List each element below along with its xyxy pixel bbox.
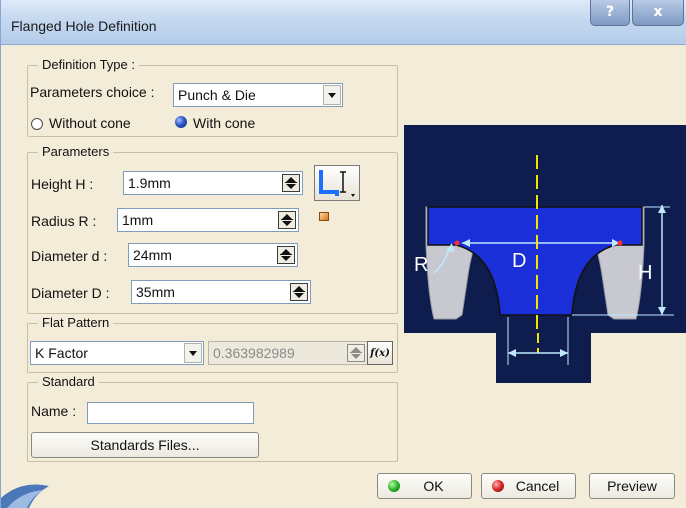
flange-cross-section: D H R [414,155,674,365]
flat-pattern-method-value: K Factor [35,345,88,361]
formula-icon: f(x) [370,348,390,359]
corner-swoosh-decoration [1,484,49,508]
flat-pattern-legend: Flat Pattern [38,315,114,330]
diameter-d-spinner[interactable] [277,246,295,264]
height-spinner[interactable] [282,174,300,192]
preview-button[interactable]: Preview [589,473,675,499]
parameters-choice-label: Parameters choice : [30,84,155,100]
k-factor-value: 0.363982989 [213,345,295,361]
standards-files-label: Standards Files... [90,437,200,453]
diagram-label-D: D [512,250,526,272]
radius-spinner[interactable] [278,211,296,229]
flanged-hole-dialog: Flanged Hole Definition ? x Definition T… [0,0,686,508]
parameters-choice-dropdown[interactable]: Punch & Die [173,83,343,107]
without-cone-radio[interactable] [31,118,43,130]
flange-preview-diagram: D H R [404,125,686,365]
cancel-button[interactable]: Cancel [481,473,576,499]
flange-profile-icon[interactable] [314,165,360,201]
dialog-title: Flanged Hole Definition [11,18,157,34]
name-input[interactable] [87,402,254,424]
title-bar[interactable]: Flanged Hole Definition ? x [1,0,686,45]
standard-legend: Standard [38,374,99,389]
with-cone-label[interactable]: With cone [193,115,255,131]
k-factor-spinner [347,344,365,362]
diameter-D-label: Diameter D : [31,285,110,301]
diameter-D-spinner[interactable] [290,283,308,301]
chevron-down-icon[interactable] [323,85,341,105]
with-cone-radio[interactable] [175,116,187,128]
preview-lower-extension [496,333,591,383]
preview-label: Preview [607,478,657,494]
help-icon: ? [605,4,615,20]
diameter-D-value: 35mm [136,284,175,300]
ok-label: OK [423,478,444,494]
profile-glyph [319,170,355,197]
cancel-icon [492,480,504,492]
k-factor-input: 0.363982989 [208,341,368,365]
radius-value: 1mm [122,212,154,228]
flat-pattern-method-dropdown[interactable]: K Factor [30,341,204,365]
diagram-label-H: H [638,262,652,284]
radius-marker-icon [319,212,329,221]
standards-files-button[interactable]: Standards Files... [31,432,259,458]
radius-label: Radius R : [31,213,97,229]
radius-input[interactable]: 1mm [117,208,299,232]
diameter-D-input[interactable]: 35mm [131,280,311,304]
formula-button[interactable]: f(x) [367,341,393,365]
chevron-down-icon[interactable] [184,343,202,363]
diameter-d-label: Diameter d : [31,248,108,264]
help-button[interactable]: ? [590,0,630,26]
height-label: Height H : [31,176,94,192]
ok-icon [388,480,400,492]
close-icon: x [653,4,663,20]
cancel-label: Cancel [515,478,560,494]
close-button[interactable]: x [632,0,684,26]
height-value: 1.9mm [128,175,171,191]
parameters-choice-value: Punch & Die [178,87,256,103]
diameter-d-input[interactable]: 24mm [128,243,298,267]
ok-button[interactable]: OK [377,473,472,499]
without-cone-label[interactable]: Without cone [49,115,131,131]
preview-d-dimension [507,333,569,365]
parameters-legend: Parameters [38,144,114,159]
diagram-label-R: R [414,254,428,276]
height-input[interactable]: 1.9mm [123,171,303,195]
definition-type-legend: Definition Type : [38,57,139,72]
diameter-d-value: 24mm [133,247,172,263]
name-label: Name : [31,403,77,419]
